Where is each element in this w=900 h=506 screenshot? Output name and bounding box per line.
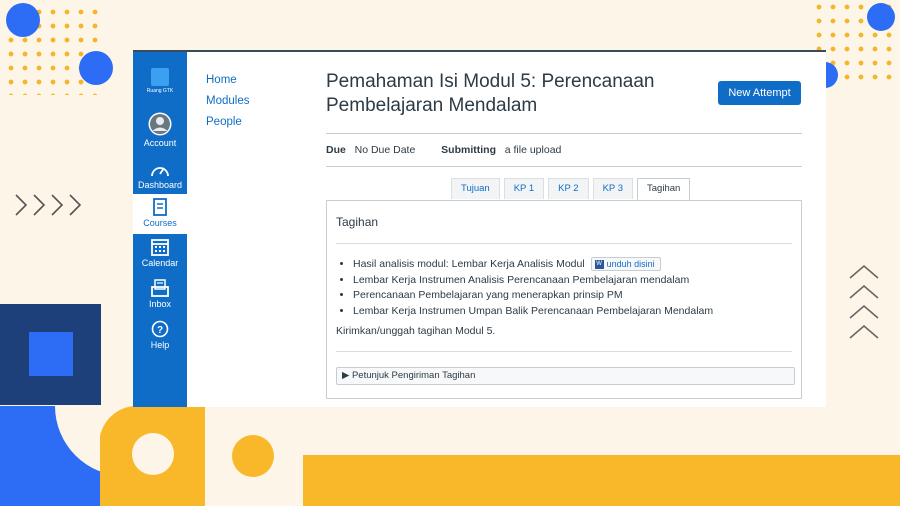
nav-dashboard[interactable]: Dashboard xyxy=(133,162,187,190)
list-item: Lembar Kerja Instrumen Analisis Perencan… xyxy=(353,273,713,289)
list-item: Lembar Kerja Instrumen Umpan Balik Peren… xyxy=(353,304,713,320)
divider xyxy=(336,351,792,352)
avatar-icon xyxy=(148,112,172,136)
nav-account[interactable]: Account xyxy=(133,112,187,148)
nav-label: Courses xyxy=(143,218,177,228)
submission-instructions-toggle[interactable]: ▶ Petunjuk Pengiriman Tagihan xyxy=(336,367,795,385)
tab-tujuan[interactable]: Tujuan xyxy=(451,178,500,199)
divider xyxy=(336,243,792,244)
submitting-value: a file upload xyxy=(504,144,562,156)
course-nav-home[interactable]: Home xyxy=(206,74,249,86)
decor-circle xyxy=(6,3,40,37)
download-link[interactable]: Wunduh disini xyxy=(590,257,661,271)
calendar-icon xyxy=(151,239,169,256)
tagihan-list: Hasil analisis modul: Lembar Kerja Anali… xyxy=(337,257,713,319)
decor-yellow-bar xyxy=(303,455,900,506)
course-nav-people[interactable]: People xyxy=(206,116,249,128)
assignment-meta: Due No Due Date Submitting a file upload xyxy=(326,133,802,167)
decor-chevrons-right xyxy=(15,194,82,216)
nav-inbox[interactable]: Inbox xyxy=(133,279,187,309)
nav-courses[interactable]: Courses xyxy=(133,194,187,234)
logo-text: Ruang GTK xyxy=(146,88,174,94)
logo[interactable]: Ruang GTK xyxy=(133,68,187,94)
nav-label: Calendar xyxy=(141,258,179,268)
nav-label: Help xyxy=(150,340,170,350)
due-label: Due xyxy=(326,144,346,156)
tab-kp1[interactable]: KP 1 xyxy=(503,178,545,199)
tab-tagihan[interactable]: Tagihan xyxy=(637,178,691,200)
due-value: No Due Date xyxy=(354,144,416,156)
nav-help[interactable]: ? Help xyxy=(133,320,187,350)
course-nav: Home Modules People xyxy=(206,74,249,137)
book-icon xyxy=(153,198,167,216)
submitting-label: Submitting xyxy=(441,144,496,156)
decor-circle xyxy=(79,51,113,85)
list-item: Perencanaan Pembelajaran yang menerapkan… xyxy=(353,288,713,304)
course-nav-modules[interactable]: Modules xyxy=(206,95,249,107)
list-item: Hasil analisis modul: Lembar Kerja Anali… xyxy=(353,257,713,273)
tab-kp3[interactable]: KP 3 xyxy=(592,178,634,199)
page-title: Pemahaman Isi Modul 5: Perencanaan Pembe… xyxy=(326,71,655,116)
global-nav: Ruang GTK Account Dashboard Courses Cale… xyxy=(133,52,187,407)
tab-kp2[interactable]: KP 2 xyxy=(548,178,589,199)
help-icon: ? xyxy=(151,320,169,338)
logo-icon xyxy=(151,68,169,86)
lms-window: Ruang GTK Account Dashboard Courses Cale… xyxy=(133,50,826,407)
decor-arc-shapes xyxy=(0,405,274,506)
word-doc-icon: W xyxy=(594,260,604,270)
tab-list: Tujuan KP 1 KP 2 KP 3 Tagihan xyxy=(451,178,694,200)
panel-title: Tagihan xyxy=(336,215,379,229)
tab-panel-tagihan: Tagihan Hasil analisis modul: Lembar Ker… xyxy=(326,200,802,399)
decor-blue-square xyxy=(29,332,73,376)
decor-chevrons-up xyxy=(849,264,879,339)
instruction-text: Kirimkan/unggah tagihan Modul 5. xyxy=(336,325,496,337)
svg-text:?: ? xyxy=(157,325,163,336)
dashboard-icon xyxy=(151,167,169,177)
new-attempt-button[interactable]: New Attempt xyxy=(718,81,801,105)
nav-label: Dashboard xyxy=(137,180,183,190)
nav-calendar[interactable]: Calendar xyxy=(133,238,187,268)
nav-label: Account xyxy=(143,138,177,148)
decor-circle xyxy=(867,3,895,31)
inbox-icon xyxy=(151,279,169,297)
nav-label: Inbox xyxy=(148,299,172,309)
